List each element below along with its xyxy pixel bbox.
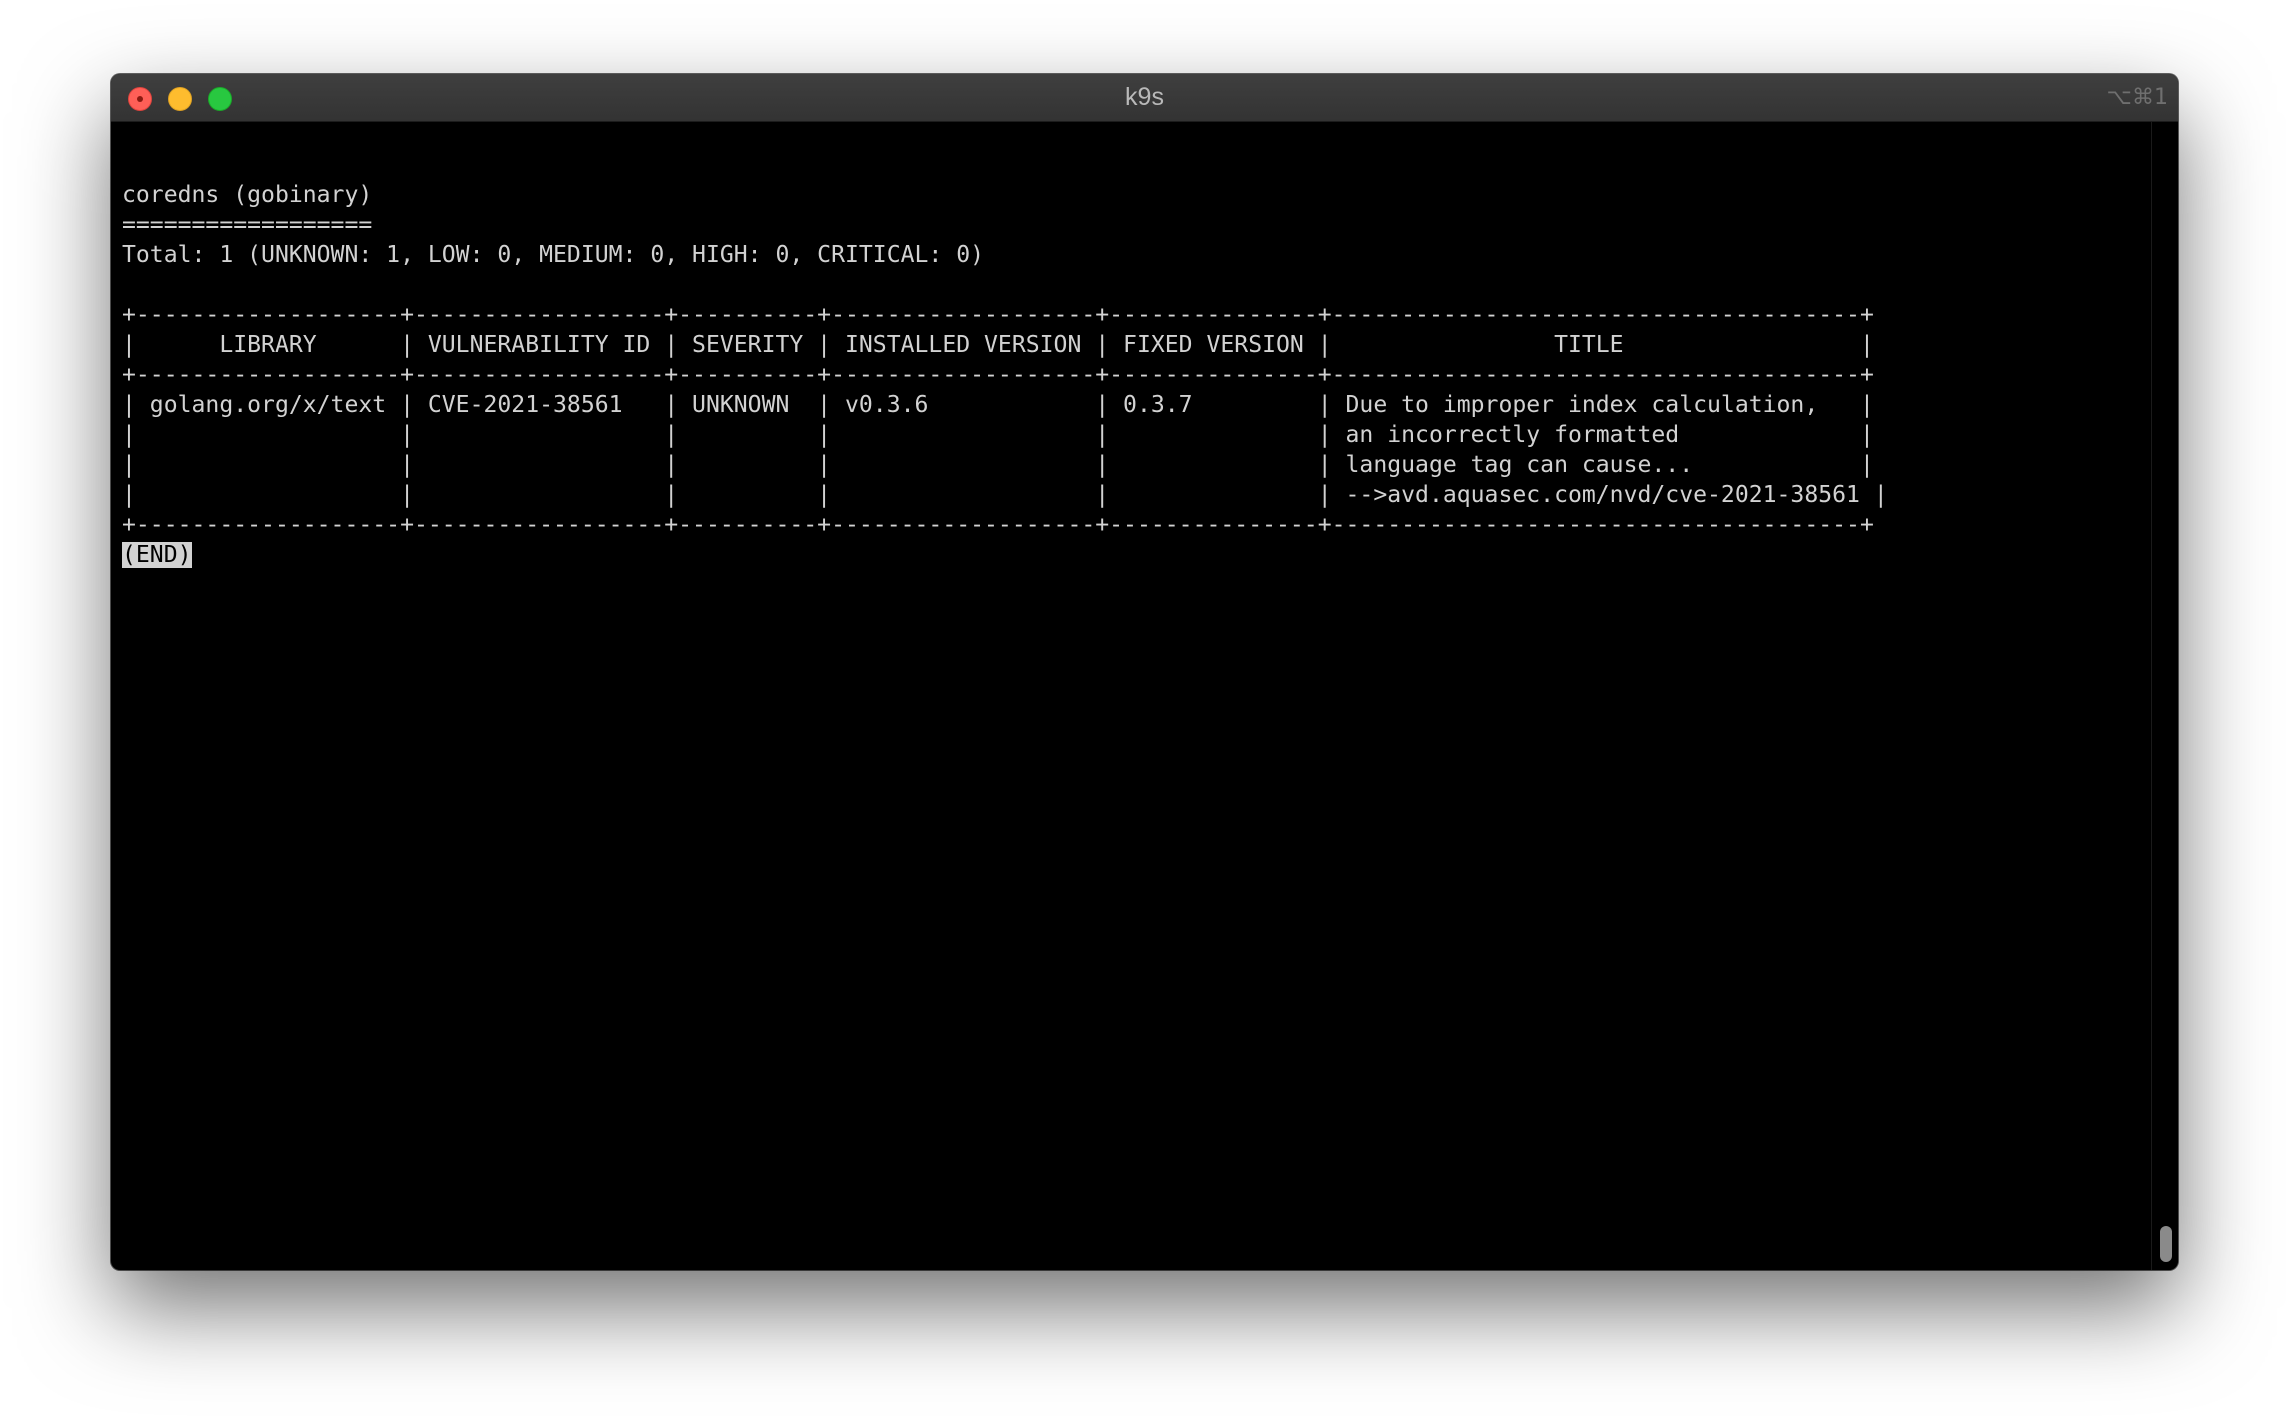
table-row-continuation: | | | | | | language tag can cause... | <box>122 452 1874 478</box>
window-shortcut-label: ⌥⌘1 <box>2106 85 2168 110</box>
terminal-window: k9s ⌥⌘1 coredns (gobinary) =============… <box>111 74 2178 1270</box>
pager-prompt-line: (END) <box>122 540 2138 570</box>
severity-summary: Total: 1 (UNKNOWN: 1, LOW: 0, MEDIUM: 0,… <box>122 242 985 268</box>
table-header-row: | LIBRARY | VULNERABILITY ID | SEVERITY … <box>122 332 1874 358</box>
scrollbar[interactable] <box>2151 122 2178 1270</box>
target-heading: coredns (gobinary) <box>122 182 373 208</box>
table-row: | golang.org/x/text | CVE-2021-38561 | U… <box>122 392 1874 418</box>
scrollbar-thumb[interactable] <box>2160 1226 2172 1262</box>
terminal-output[interactable]: coredns (gobinary) ================== To… <box>122 150 2138 1270</box>
pager-end-marker: (END) <box>122 542 192 568</box>
table-row-continuation: | | | | | | -->avd.aquasec.com/nvd/cve-2… <box>122 482 1888 508</box>
table-header-divider: +-------------------+------------------+… <box>122 362 1874 388</box>
table-border-top: +-------------------+------------------+… <box>122 302 1874 328</box>
title-bar[interactable]: k9s ⌥⌘1 <box>111 74 2178 122</box>
table-row-continuation: | | | | | | an incorrectly formatted | <box>122 422 1874 448</box>
table-border-bottom: +-------------------+------------------+… <box>122 512 1874 538</box>
window-title: k9s <box>1125 83 1164 111</box>
heading-underline: ================== <box>122 212 373 238</box>
